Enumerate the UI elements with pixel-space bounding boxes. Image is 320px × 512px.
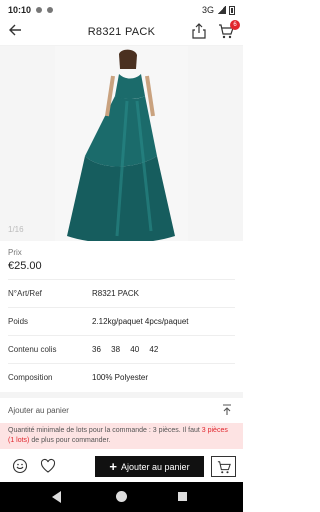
- heart-icon[interactable]: [40, 458, 56, 474]
- spec-row-contents: Contenu colis 36 38 40 42: [0, 336, 243, 363]
- app-header: R8321 PACK 6: [0, 20, 243, 46]
- size-value: 42: [149, 345, 159, 354]
- cart-count-badge: 6: [230, 20, 240, 30]
- product-gallery[interactable]: 1/16: [0, 46, 243, 241]
- view-cart-button[interactable]: [211, 456, 236, 477]
- spec-row-ref: N°Art/Ref R8321 PACK: [0, 280, 243, 307]
- nav-recents-icon[interactable]: [178, 492, 187, 501]
- spec-label: Poids: [8, 317, 29, 326]
- cart-icon: [217, 460, 231, 473]
- notice-text: de plus pour commander.: [29, 437, 111, 444]
- status-time: 10:10: [8, 5, 32, 15]
- spec-row-composition: Composition 100% Polyester: [0, 364, 243, 391]
- spec-value: 100% Polyester: [92, 373, 149, 382]
- cart-icon[interactable]: 6: [218, 20, 240, 41]
- price-label: Prix: [8, 248, 22, 257]
- spec-label: Contenu colis: [8, 345, 57, 354]
- spec-label: N°Art/Ref: [8, 289, 42, 298]
- add-to-cart-button-label: Ajouter au panier: [121, 461, 190, 472]
- add-to-cart-section[interactable]: Ajouter au panier: [0, 398, 243, 422]
- chat-icon[interactable]: [12, 458, 28, 474]
- system-nav-bar: [0, 482, 243, 512]
- signal-icon: [217, 6, 226, 14]
- notification-dot-icon: [47, 7, 54, 13]
- notification-dot-icon: [36, 7, 43, 13]
- bottom-action-bar: + Ajouter au panier: [0, 450, 243, 482]
- battery-icon: [229, 5, 235, 15]
- image-counter: 1/16: [8, 225, 24, 234]
- size-value: 36: [92, 345, 101, 354]
- notice-text: Quantité minimale de lots pour la comman…: [8, 427, 202, 434]
- scroll-top-icon[interactable]: [221, 404, 233, 416]
- size-value: 38: [111, 345, 121, 354]
- plus-icon: +: [109, 459, 118, 474]
- add-to-cart-label: Ajouter au panier: [8, 405, 69, 415]
- spec-value: R8321 PACK: [92, 289, 139, 298]
- network-type: 3G: [201, 5, 214, 15]
- spec-label: Composition: [8, 373, 53, 382]
- minimum-order-notice: Quantité minimale de lots pour la comman…: [0, 423, 243, 449]
- price-value: €25.00: [8, 260, 42, 272]
- spec-row-weight: Poids 2.12kg/paquet 4pcs/paquet: [0, 308, 243, 335]
- size-value: 40: [130, 345, 140, 354]
- spec-value: 2.12kg/paquet 4pcs/paquet: [92, 317, 189, 326]
- size-list: 36 38 40 42: [92, 345, 166, 354]
- status-bar: 10:10 3G: [0, 0, 243, 20]
- product-photo[interactable]: [55, 46, 188, 241]
- nav-back-icon[interactable]: [52, 491, 61, 503]
- share-icon[interactable]: [192, 23, 208, 41]
- add-to-cart-button[interactable]: + Ajouter au panier: [95, 456, 204, 477]
- nav-home-icon[interactable]: [116, 491, 127, 502]
